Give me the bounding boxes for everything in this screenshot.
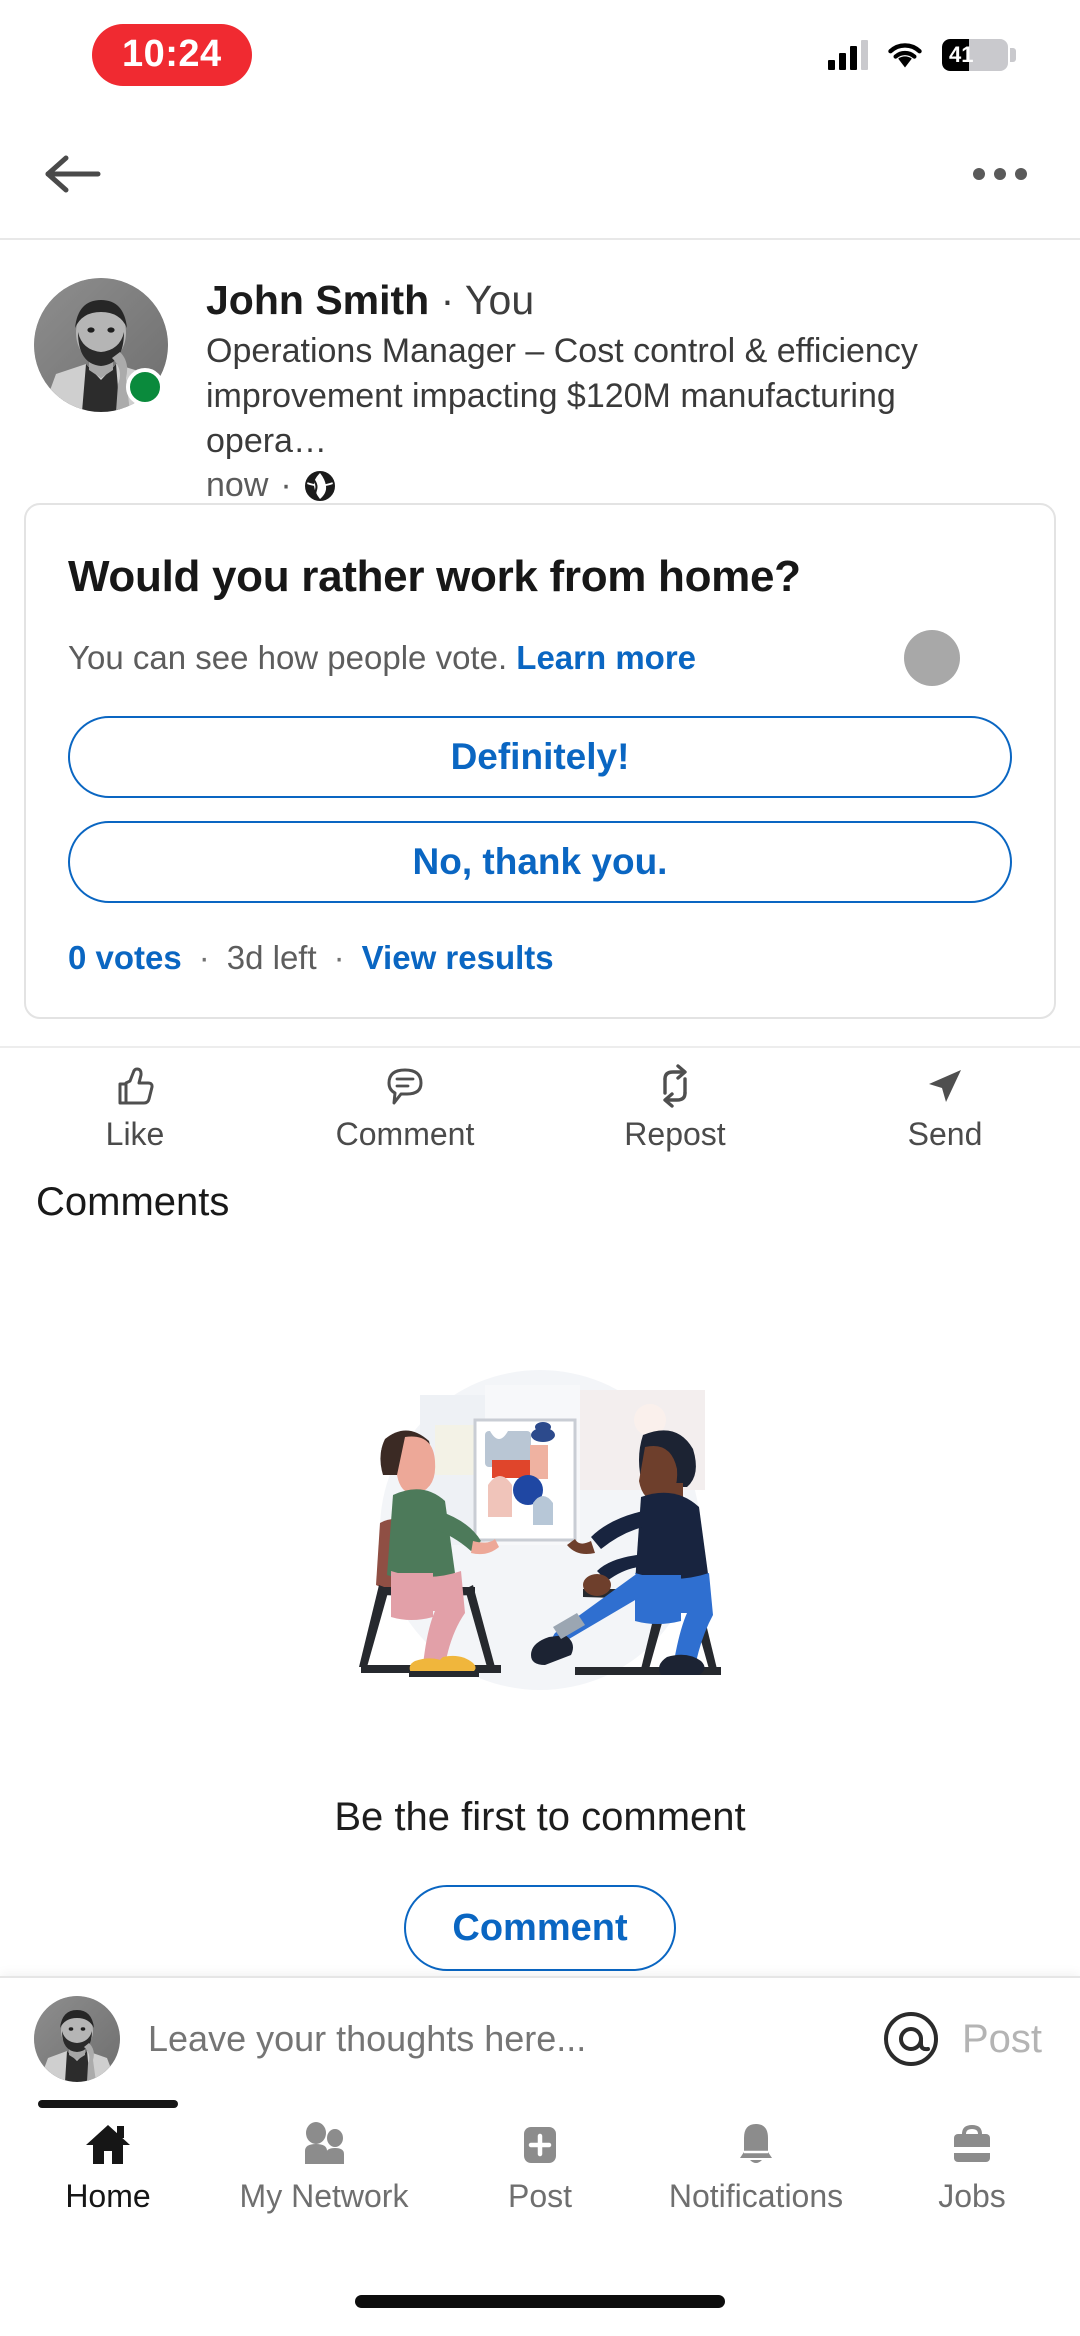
like-button[interactable]: Like — [0, 1063, 270, 1153]
repost-icon — [652, 1063, 698, 1109]
author-avatar-wrapper[interactable] — [34, 278, 168, 412]
poll-card: Would you rather work from home? You can… — [24, 503, 1056, 1019]
like-label: Like — [105, 1116, 165, 1152]
post-timestamp: now — [206, 466, 269, 504]
bell-icon — [730, 2118, 782, 2170]
nav-label-my-network: My Network — [239, 2178, 409, 2214]
repost-label: Repost — [624, 1116, 726, 1152]
poll-footer-separator-2: · — [333, 939, 345, 976]
nav-item-home[interactable]: Home — [0, 2100, 216, 2215]
author-name[interactable]: John Smith — [206, 277, 429, 323]
status-bar: 10:24 41 — [0, 0, 1080, 110]
more-options-button[interactable] — [962, 144, 1038, 204]
author-text-block: John Smith · You Operations Manager – Co… — [206, 268, 1046, 505]
comment-composer-bar: Post — [0, 1976, 1080, 2100]
poll-option-1[interactable]: Definitely! — [68, 716, 1012, 798]
post-author-header[interactable]: John Smith · You Operations Manager – Co… — [0, 268, 1080, 505]
poll-footer-separator-1: · — [198, 939, 210, 976]
top-navigation-bar — [0, 110, 1080, 240]
poll-time-left: 3d left — [226, 939, 317, 976]
online-presence-indicator — [126, 368, 164, 406]
comment-input[interactable] — [148, 2018, 882, 2060]
repost-button[interactable]: Repost — [540, 1063, 810, 1153]
post-comment-button[interactable]: Post — [962, 2017, 1042, 2062]
nav-label-post: Post — [507, 2178, 573, 2214]
poll-options-list: Definitely! No, thank you. — [68, 716, 1012, 903]
active-tab-indicator — [38, 2100, 178, 2108]
cellular-signal-icon — [828, 40, 868, 70]
meta-separator: · — [280, 466, 292, 504]
back-button[interactable] — [36, 136, 112, 212]
comment-label: Comment — [335, 1116, 475, 1152]
poll-question: Would you rather work from home? — [68, 552, 801, 601]
recording-time-pill: 10:24 — [92, 24, 252, 86]
nav-item-notifications[interactable]: Notifications — [648, 2100, 864, 2215]
plus-square-icon — [514, 2118, 566, 2170]
battery-icon: 41 — [942, 39, 1016, 71]
poll-author-thumbnail — [904, 630, 960, 686]
post-meta: now · — [206, 466, 1046, 505]
nav-item-post[interactable]: Post — [432, 2100, 648, 2215]
comments-section-title: Comments — [36, 1180, 230, 1224]
poll-vote-count[interactable]: 0 votes — [68, 939, 182, 977]
empty-state-comment-button[interactable]: Comment — [404, 1885, 676, 1971]
author-relationship: · You — [440, 277, 535, 323]
nav-item-my-network[interactable]: My Network — [216, 2100, 432, 2215]
author-headline: Operations Manager – Cost control & effi… — [206, 332, 918, 461]
send-label: Send — [907, 1116, 983, 1152]
poll-subtext-row: You can see how people vote. Learn more — [68, 630, 1012, 686]
battery-percent-label: 41 — [949, 42, 974, 67]
poll-learn-more-link[interactable]: Learn more — [516, 639, 696, 676]
people-icon — [298, 2118, 350, 2170]
home-indicator — [355, 2295, 725, 2308]
thumbs-up-icon — [112, 1063, 158, 1109]
at-mention-icon[interactable] — [882, 2010, 940, 2068]
back-arrow-icon — [45, 155, 101, 193]
status-indicators: 41 — [828, 39, 1016, 71]
nav-label-notifications: Notifications — [668, 2178, 844, 2214]
wifi-icon — [886, 41, 924, 69]
empty-comments-message: Be the first to comment — [334, 1795, 746, 1839]
post-action-bar: Like Comment Repost Send — [0, 1046, 1080, 1168]
globe-icon — [304, 470, 336, 502]
nav-item-jobs[interactable]: Jobs — [864, 2100, 1080, 2215]
poll-view-results-link[interactable]: View results — [362, 939, 554, 977]
composer-avatar[interactable] — [34, 1996, 120, 2082]
nav-label-home: Home — [65, 2178, 151, 2214]
poll-footer: 0 votes · 3d left · View results — [68, 939, 1012, 977]
home-icon — [82, 2118, 134, 2170]
poll-visibility-note: You can see how people vote. — [68, 638, 508, 676]
send-button[interactable]: Send — [810, 1063, 1080, 1153]
briefcase-icon — [946, 2118, 998, 2170]
comment-bubble-icon — [382, 1063, 428, 1109]
send-paper-plane-icon — [922, 1063, 968, 1109]
nav-label-jobs: Jobs — [938, 2178, 1006, 2214]
more-options-icon — [973, 168, 985, 180]
linkedin-post-detail-screen: 10:24 41 John Smith · You Operations Man… — [0, 0, 1080, 2336]
comment-button[interactable]: Comment — [270, 1063, 540, 1153]
poll-subtext: You can see how people vote. Learn more — [68, 637, 696, 680]
poll-option-2[interactable]: No, thank you. — [68, 821, 1012, 903]
bottom-navigation-bar: Home My Network Post Notifications Jobs — [0, 2100, 1080, 2252]
two-people-conversation-illustration — [325, 1335, 755, 1765]
author-name-row: John Smith · You — [206, 276, 1046, 324]
